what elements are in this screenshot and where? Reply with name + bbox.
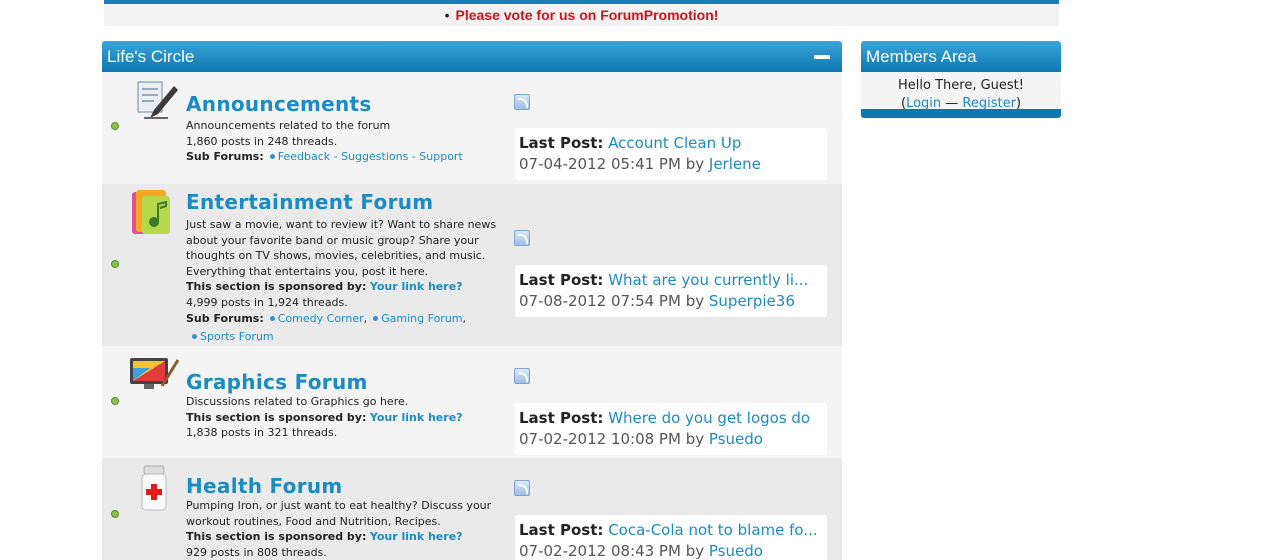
sponsor-link[interactable]: Your link here? (370, 530, 463, 543)
last-post-author-link[interactable]: Jerlene (709, 155, 761, 173)
forum-description: Pumping Iron, or just want to eat health… (186, 499, 492, 528)
graphics-monitor-icon (130, 358, 180, 389)
by-label: by (685, 155, 705, 173)
forum-description: Just saw a movie, want to review it? Wan… (186, 218, 497, 278)
subforum-bullet-icon (373, 316, 379, 321)
collapse-icon[interactable] (814, 55, 830, 59)
last-post-title-link[interactable]: Where do you get logos do (608, 409, 810, 427)
forum-status-icon (111, 260, 119, 268)
forum-status-icon (111, 397, 119, 405)
last-post-title-link[interactable]: What are you currently li... (608, 271, 808, 289)
last-post-label: Last Post: (519, 409, 604, 427)
forum-title-link[interactable]: Announcements (186, 92, 511, 116)
subforum-link-sports[interactable]: Sports Forum (200, 330, 274, 343)
last-post-author-link[interactable]: Superpie36 (709, 292, 795, 310)
last-post-date: 07-02-2012 08:43 PM (519, 542, 681, 560)
forum-row-announcements: Announcements Announcements related to t… (102, 72, 842, 184)
sponsor-link[interactable]: Your link here? (370, 280, 463, 293)
separator: — (941, 96, 963, 111)
forum-title-link[interactable]: Graphics Forum (186, 370, 511, 394)
forum-row-health: Health Forum Pumping Iron, or just want … (102, 458, 842, 560)
guest-greeting: Hello There, Guest! (898, 78, 1024, 93)
subforum-link[interactable]: Feedback - Suggestions - Support (278, 150, 463, 163)
sponsored-label: This section is sponsored by: (186, 410, 367, 424)
vote-banner: • Please vote for us on ForumPromotion! (104, 0, 1059, 26)
rss-feed-icon[interactable] (514, 230, 530, 246)
last-post-label: Last Post: (519, 134, 604, 152)
forum-stats: 4,999 posts in 1,924 threads. (186, 295, 348, 309)
last-post-author-link[interactable]: Psuedo (709, 542, 763, 560)
paren-close: ) (1015, 96, 1022, 111)
subforum-link-gaming[interactable]: Gaming Forum (381, 312, 462, 325)
music-folder-icon (132, 190, 170, 234)
rss-feed-icon[interactable] (514, 368, 530, 384)
last-post-author-link[interactable]: Psuedo (709, 430, 763, 448)
forum-status-icon (111, 122, 119, 130)
vote-link[interactable]: Please vote for us on ForumPromotion! (455, 7, 718, 23)
sub-forums-label: Sub Forums: (186, 312, 264, 325)
last-post-title-link[interactable]: Coca-Cola not to blame fo... (608, 521, 817, 539)
last-post-box: Last Post: Coca-Cola not to blame fo... … (515, 515, 827, 560)
last-post-label: Last Post: (519, 271, 604, 289)
announcement-pen-icon (137, 81, 178, 119)
last-post-title-link[interactable]: Account Clean Up (608, 134, 741, 152)
sponsored-label: This section is sponsored by: (186, 530, 367, 543)
sub-forums-label: Sub Forums: (186, 150, 264, 163)
forum-title-link[interactable]: Entertainment Forum (186, 190, 511, 214)
medicine-bottle-icon (141, 465, 167, 511)
subforum-bullet-icon (192, 334, 197, 339)
last-post-date: 07-04-2012 05:41 PM (519, 155, 681, 173)
last-post-box: Last Post: Where do you get logos do 07-… (515, 403, 827, 455)
forum-description: Announcements related to the forum (186, 119, 391, 132)
forum-status-icon (111, 510, 119, 518)
category-title: Life's Circle (107, 47, 195, 66)
forum-title-link[interactable]: Health Forum (186, 474, 516, 498)
members-area-header: Members Area (861, 41, 1061, 72)
forum-row-entertainment: Entertainment Forum Just saw a movie, wa… (102, 184, 842, 346)
by-label: by (685, 430, 705, 448)
forum-stats: 1,860 posts in 248 threads. (186, 134, 338, 148)
rss-feed-icon[interactable] (514, 94, 530, 110)
rss-feed-icon[interactable] (514, 480, 530, 496)
forum-stats: 929 posts in 808 threads. (186, 545, 327, 559)
category-header: Life's Circle (102, 41, 842, 72)
login-link[interactable]: Login (906, 96, 941, 111)
last-post-box: Last Post: What are you currently li... … (515, 265, 827, 317)
last-post-date: 07-08-2012 07:54 PM (519, 292, 681, 310)
forum-description: Discussions related to Graphics go here. (186, 395, 409, 408)
forum-stats: 1,838 posts in 321 threads. (186, 426, 338, 439)
by-label: by (685, 292, 705, 310)
last-post-label: Last Post: (519, 521, 604, 539)
forum-row-graphics: Graphics Forum Discussions related to Gr… (102, 346, 842, 458)
last-post-date: 07-02-2012 10:08 PM (519, 430, 681, 448)
by-label: by (685, 542, 705, 560)
members-area-title: Members Area (866, 47, 977, 66)
subforum-link-comedy[interactable]: Comedy Corner (278, 312, 364, 325)
register-link[interactable]: Register (962, 96, 1016, 111)
members-area-body: Hello There, Guest! (Login — Register) (861, 72, 1061, 118)
sponsor-link[interactable]: Your link here? (370, 411, 463, 424)
banner-bullet: • (444, 7, 450, 23)
last-post-box: Last Post: Account Clean Up 07-04-2012 0… (515, 128, 827, 180)
sponsored-label: This section is sponsored by: (186, 280, 367, 293)
subforum-bullet-icon (269, 316, 275, 321)
subforum-bullet-icon (269, 154, 275, 159)
